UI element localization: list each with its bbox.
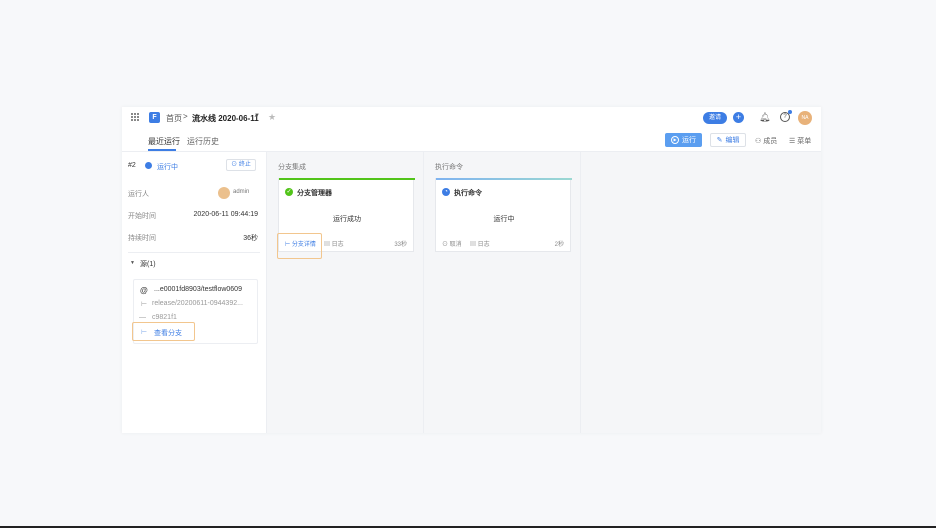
run-number: #2 [128,162,136,169]
star-icon[interactable]: ★ [268,112,276,123]
source-repo: ...e0001fd8903/testflow0609 [154,286,242,293]
job-status-bar [436,178,572,180]
job-result: 运行成功 [333,216,361,223]
duration-label: 持续时间 [128,235,156,242]
branch-icon: ⊢ [141,301,148,308]
success-check-icon: ✓ [285,188,293,196]
runner-label: 运行人 [128,191,149,198]
stage-title: 执行命令 [435,164,463,171]
cancel-link[interactable]: ⊙ 取消 [442,239,462,248]
duration-value: 36秒 [243,235,258,242]
pencil-icon: ✎ [716,137,723,144]
stage-column: 分支集成 ✓ 分支管理器 运行成功 ⊢ 分支详情 ▤ 日志 33秒 [267,152,424,433]
start-time-label: 开始时间 [128,213,156,220]
job-name: 执行命令 [454,190,482,197]
running-status-icon [145,162,152,169]
add-icon[interactable]: + [733,112,744,123]
run-button-label: 运行 [682,137,696,144]
stop-icon: ⊙ [231,162,239,168]
stage-title: 分支集成 [278,164,306,171]
edit-button[interactable]: ✎ 编辑 [710,133,746,147]
run-detail-panel: #2 运行中 ⊙ 终止 运行人 admin 开始时间 2020-06-11 09… [122,152,267,433]
job-status-bar [279,178,415,180]
divider [128,252,260,253]
breadcrumb-separator: > [183,112,188,121]
source-branch: release/20200611-0944392... [152,300,243,307]
collapse-caret-icon[interactable]: ▼ [130,260,135,266]
job-duration: 33秒 [394,242,407,248]
invite-button[interactable]: 邀请 [703,112,727,124]
highlight-box [132,322,195,341]
avatar[interactable]: NA [798,111,812,125]
run-button[interactable]: ▶ 运行 [665,133,702,147]
apps-grid-icon[interactable] [131,113,140,122]
top-bar: F 首页 > 流水线 2020-06-11 ▼ ★ 邀请 + 🔔︎ ? NA [122,107,821,129]
log-link[interactable]: ▤ 日志 [324,239,344,248]
notification-dot [788,110,792,114]
tabs-row: 最近运行 运行历史 ▶ 运行 ✎ 编辑 ⚇ 成员 ☰ 菜单 [122,129,821,152]
breadcrumb-home[interactable]: 首页 [166,113,182,124]
active-tab-indicator [148,149,176,151]
app-logo-icon: F [149,112,160,123]
tab-run-history[interactable]: 运行历史 [187,136,219,147]
menu-label: 菜单 [797,138,812,145]
menu-icon: ☰ [789,138,798,145]
start-time-value: 2020-06-11 09:44:19 [193,211,258,218]
members-label: 成员 [763,138,778,145]
run-status: 运行中 [157,164,178,171]
source-commit: c9821f1 [152,314,177,321]
log-label: 日志 [477,242,490,248]
log-link[interactable]: ▤ 日志 [470,239,490,248]
runner-name: admin [233,189,250,195]
members-button[interactable]: ⚇ 成员 [755,136,777,146]
app-window: F 首页 > 流水线 2020-06-11 ▼ ★ 邀请 + 🔔︎ ? NA 最… [122,107,821,433]
bell-icon[interactable]: 🔔︎ [759,112,770,123]
edit-button-label: 编辑 [725,137,740,144]
stop-label: 终止 [238,162,251,168]
source-section-title[interactable]: 源(1) [140,259,156,269]
tab-recent-runs[interactable]: 最近运行 [148,136,180,147]
play-icon: ▶ [671,136,679,144]
cancel-label: 取消 [449,242,462,248]
job-result: 运行中 [493,216,515,223]
runner-avatar [218,187,230,199]
menu-button[interactable]: ☰ 菜单 [789,136,811,146]
empty-stage-area [581,152,821,433]
log-label: 日志 [331,242,344,248]
job-name: 分支管理器 [297,190,332,197]
log-icon: ▤ [470,242,478,248]
job-card[interactable]: ◔ 执行命令 运行中 ⊙ 取消 ▤ 日志 2秒 [435,178,572,252]
pipeline-title[interactable]: 流水线 2020-06-11 [192,113,259,124]
users-icon: ⚇ [755,138,764,145]
job-duration: 2秒 [554,242,564,248]
stop-button[interactable]: ⊙ 终止 [226,159,256,171]
highlight-box [277,233,322,259]
running-status-icon: ◔ [442,188,450,196]
log-icon: ▤ [324,242,332,248]
chevron-down-icon[interactable]: ▼ [254,113,260,119]
commit-icon: — [139,314,146,321]
repo-icon: @ [140,286,148,295]
stage-column: 执行命令 ◔ 执行命令 运行中 ⊙ 取消 ▤ 日志 2秒 [424,152,581,433]
cancel-icon: ⊙ [442,242,450,248]
